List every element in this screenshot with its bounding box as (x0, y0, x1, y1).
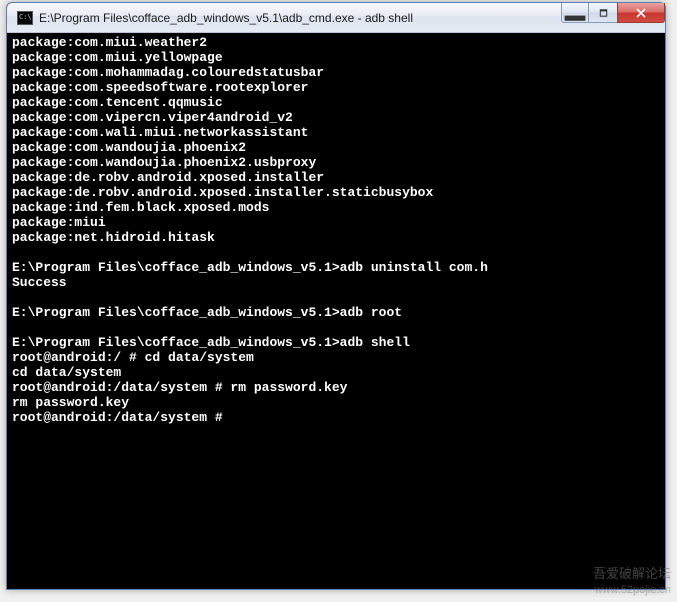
terminal-line: E:\Program Files\cofface_adb_windows_v5.… (12, 305, 660, 320)
terminal-line: root@android:/data/system # rm password.… (12, 380, 660, 395)
terminal-line: package:com.miui.yellowpage (12, 50, 660, 65)
terminal-line: Success (12, 275, 660, 290)
maximize-icon (599, 9, 608, 17)
terminal-line: package:com.miui.weather2 (12, 35, 660, 50)
terminal-line (12, 320, 660, 335)
window-controls (562, 3, 665, 23)
terminal-line: rm password.key (12, 395, 660, 410)
terminal-line: root@android:/data/system # (12, 410, 660, 425)
command-prompt-window: E:\Program Files\cofface_adb_windows_v5.… (6, 2, 666, 590)
terminal-line: package:miui (12, 215, 660, 230)
terminal-line: package:com.wandoujia.phoenix2 (12, 140, 660, 155)
terminal-line: package:de.robv.android.xposed.installer… (12, 185, 660, 200)
maximize-button[interactable] (588, 3, 618, 23)
terminal-line: package:com.tencent.qqmusic (12, 95, 660, 110)
close-icon (636, 8, 646, 18)
minimize-icon (562, 0, 588, 26)
terminal-line: package:net.hidroid.hitask (12, 230, 660, 245)
close-button[interactable] (617, 3, 665, 23)
terminal-line: root@android:/ # cd data/system (12, 350, 660, 365)
terminal-output[interactable]: package:com.miui.weather2package:com.miu… (8, 33, 664, 588)
terminal-line (12, 290, 660, 305)
terminal-line: package:de.robv.android.xposed.installer (12, 170, 660, 185)
titlebar[interactable]: E:\Program Files\cofface_adb_windows_v5.… (7, 3, 665, 33)
terminal-line: package:ind.fem.black.xposed.mods (12, 200, 660, 215)
terminal-line: cd data/system (12, 365, 660, 380)
terminal-line: E:\Program Files\cofface_adb_windows_v5.… (12, 335, 660, 350)
terminal-line: package:com.mohammadag.colouredstatusbar (12, 65, 660, 80)
terminal-line: E:\Program Files\cofface_adb_windows_v5.… (12, 260, 660, 275)
terminal-line: package:com.wandoujia.phoenix2.usbproxy (12, 155, 660, 170)
terminal-line: package:com.wali.miui.networkassistant (12, 125, 660, 140)
terminal-line: package:com.speedsoftware.rootexplorer (12, 80, 660, 95)
terminal-line: package:com.vipercn.viper4android_v2 (12, 110, 660, 125)
terminal-line (12, 245, 660, 260)
cmd-icon (17, 11, 33, 25)
minimize-button[interactable] (561, 3, 589, 23)
